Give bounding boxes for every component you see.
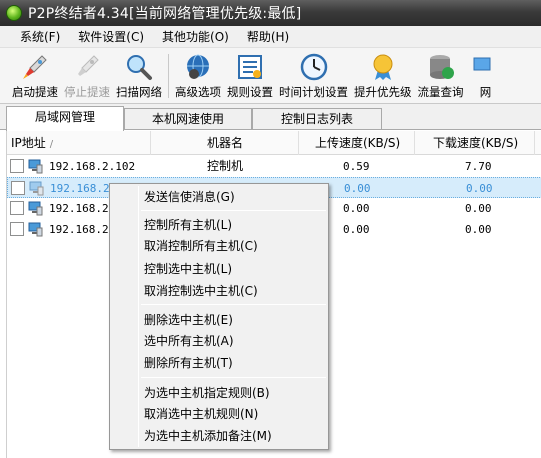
row-download: 0.00 <box>465 223 492 236</box>
network-icon <box>470 52 502 82</box>
row-upload: 0.00 <box>343 223 370 236</box>
magnifier-icon <box>123 52 155 82</box>
clock-icon <box>298 52 330 82</box>
menu-system[interactable]: 系统(F) <box>0 28 69 45</box>
header-ip[interactable]: IP地址 / <box>11 131 151 155</box>
computer-icon <box>27 158 43 174</box>
header-machine-name[interactable]: 机器名 <box>151 131 299 155</box>
medal-icon <box>367 52 399 82</box>
row-checkbox[interactable] <box>11 181 25 195</box>
rules-icon <box>234 52 266 82</box>
menu-delete-selected-hosts[interactable]: 删除选中主机(E) <box>144 310 233 330</box>
tab-control-log[interactable]: 控制日志列表 <box>252 108 382 130</box>
row-ip: 192.168.2.102 <box>49 160 136 173</box>
menu-help[interactable]: 帮助(H) <box>238 28 298 45</box>
stop-speedup-button[interactable]: 停止提速 <box>64 48 110 100</box>
header-download-speed[interactable]: 下载速度(KB/S) <box>415 131 535 155</box>
rule-settings-button[interactable]: 规则设置 <box>227 48 273 100</box>
schedule-settings-button[interactable]: 时间计划设置 <box>279 48 348 100</box>
row-download: 0.00 <box>465 202 492 215</box>
advanced-options-button[interactable]: 高级选项 <box>175 48 221 100</box>
menu-cancel-rule[interactable]: 取消选中主机规则(N) <box>144 404 258 424</box>
menu-delete-all-hosts[interactable]: 删除所有主机(T) <box>144 353 233 373</box>
window-title: P2P终结者4.34[当前网络管理优先级:最低] <box>28 6 302 22</box>
row-checkbox[interactable] <box>10 201 24 215</box>
toolbar-separator <box>168 54 169 98</box>
start-speedup-button[interactable]: 启动提速 <box>12 48 58 100</box>
globe-gear-icon <box>182 52 214 82</box>
menu-assign-rule[interactable]: 为选中主机指定规则(B) <box>144 383 270 403</box>
menu-control-all-hosts[interactable]: 控制所有主机(L) <box>144 215 232 235</box>
title-bar: P2P终结者4.34[当前网络管理优先级:最低] <box>0 0 541 26</box>
row-download: 7.70 <box>465 160 492 173</box>
row-ip: 192.168.2. <box>49 223 116 236</box>
computer-icon <box>27 221 43 237</box>
rocket-icon <box>19 52 51 82</box>
table-header: IP地址 / 机器名 上传速度(KB/S) 下载速度(KB/S) <box>7 131 541 155</box>
computer-icon <box>28 180 44 196</box>
table-row[interactable]: 192.168.2.102 控制机 0.59 7.70 <box>7 156 541 177</box>
app-logo-icon <box>6 5 22 21</box>
menu-gutter <box>138 186 139 447</box>
row-ip: 192.168.2. <box>50 182 117 195</box>
row-upload: 0.00 <box>343 202 370 215</box>
menu-send-message[interactable]: 发送信使消息(G) <box>144 187 235 207</box>
menu-separator <box>141 210 326 211</box>
row-ip: 192.168.2. <box>49 202 116 215</box>
menu-control-selected-hosts[interactable]: 控制选中主机(L) <box>144 259 232 279</box>
sort-indicator-icon: / <box>49 139 54 150</box>
menu-separator <box>141 304 326 305</box>
database-icon <box>425 52 457 82</box>
row-upload: 0.00 <box>344 182 371 195</box>
raise-priority-button[interactable]: 提升优先级 <box>354 48 412 100</box>
row-machine-name: 控制机 <box>207 159 244 173</box>
row-checkbox[interactable] <box>10 159 24 173</box>
tab-local-speed[interactable]: 本机网速使用 <box>124 108 252 130</box>
menu-select-all-hosts[interactable]: 选中所有主机(A) <box>144 331 234 351</box>
context-menu: 发送信使消息(G) 控制所有主机(L) 取消控制所有主机(C) 控制选中主机(L… <box>109 183 329 450</box>
header-upload-speed[interactable]: 上传速度(KB/S) <box>299 131 415 155</box>
menu-add-note[interactable]: 为选中主机添加备注(M) <box>144 426 272 446</box>
traffic-query-button[interactable]: 流量查询 <box>418 48 464 100</box>
scan-network-button[interactable]: 扫描网络 <box>116 48 162 100</box>
tab-strip: 局域网管理 本机网速使用 控制日志列表 <box>0 104 541 131</box>
menu-uncontrol-all-hosts[interactable]: 取消控制所有主机(C) <box>144 236 258 256</box>
network-button[interactable]: 网 <box>470 48 502 100</box>
toolbar: 启动提速 停止提速 扫描网络 高级选项 规则设置 时间计划设置 提升优先级 流量… <box>0 48 541 104</box>
row-download: 0.00 <box>466 182 493 195</box>
menu-uncontrol-selected-hosts[interactable]: 取消控制选中主机(C) <box>144 281 258 301</box>
menu-bar: 系统(F) 软件设置(C) 其他功能(O) 帮助(H) <box>0 26 541 48</box>
tab-lan-management[interactable]: 局域网管理 <box>6 106 124 131</box>
menu-software-settings[interactable]: 软件设置(C) <box>69 28 153 45</box>
menu-separator <box>141 377 326 378</box>
row-upload: 0.59 <box>343 160 370 173</box>
rocket-stop-icon <box>71 52 103 82</box>
menu-other-functions[interactable]: 其他功能(O) <box>153 28 238 45</box>
row-checkbox[interactable] <box>10 222 24 236</box>
computer-icon <box>27 200 43 216</box>
